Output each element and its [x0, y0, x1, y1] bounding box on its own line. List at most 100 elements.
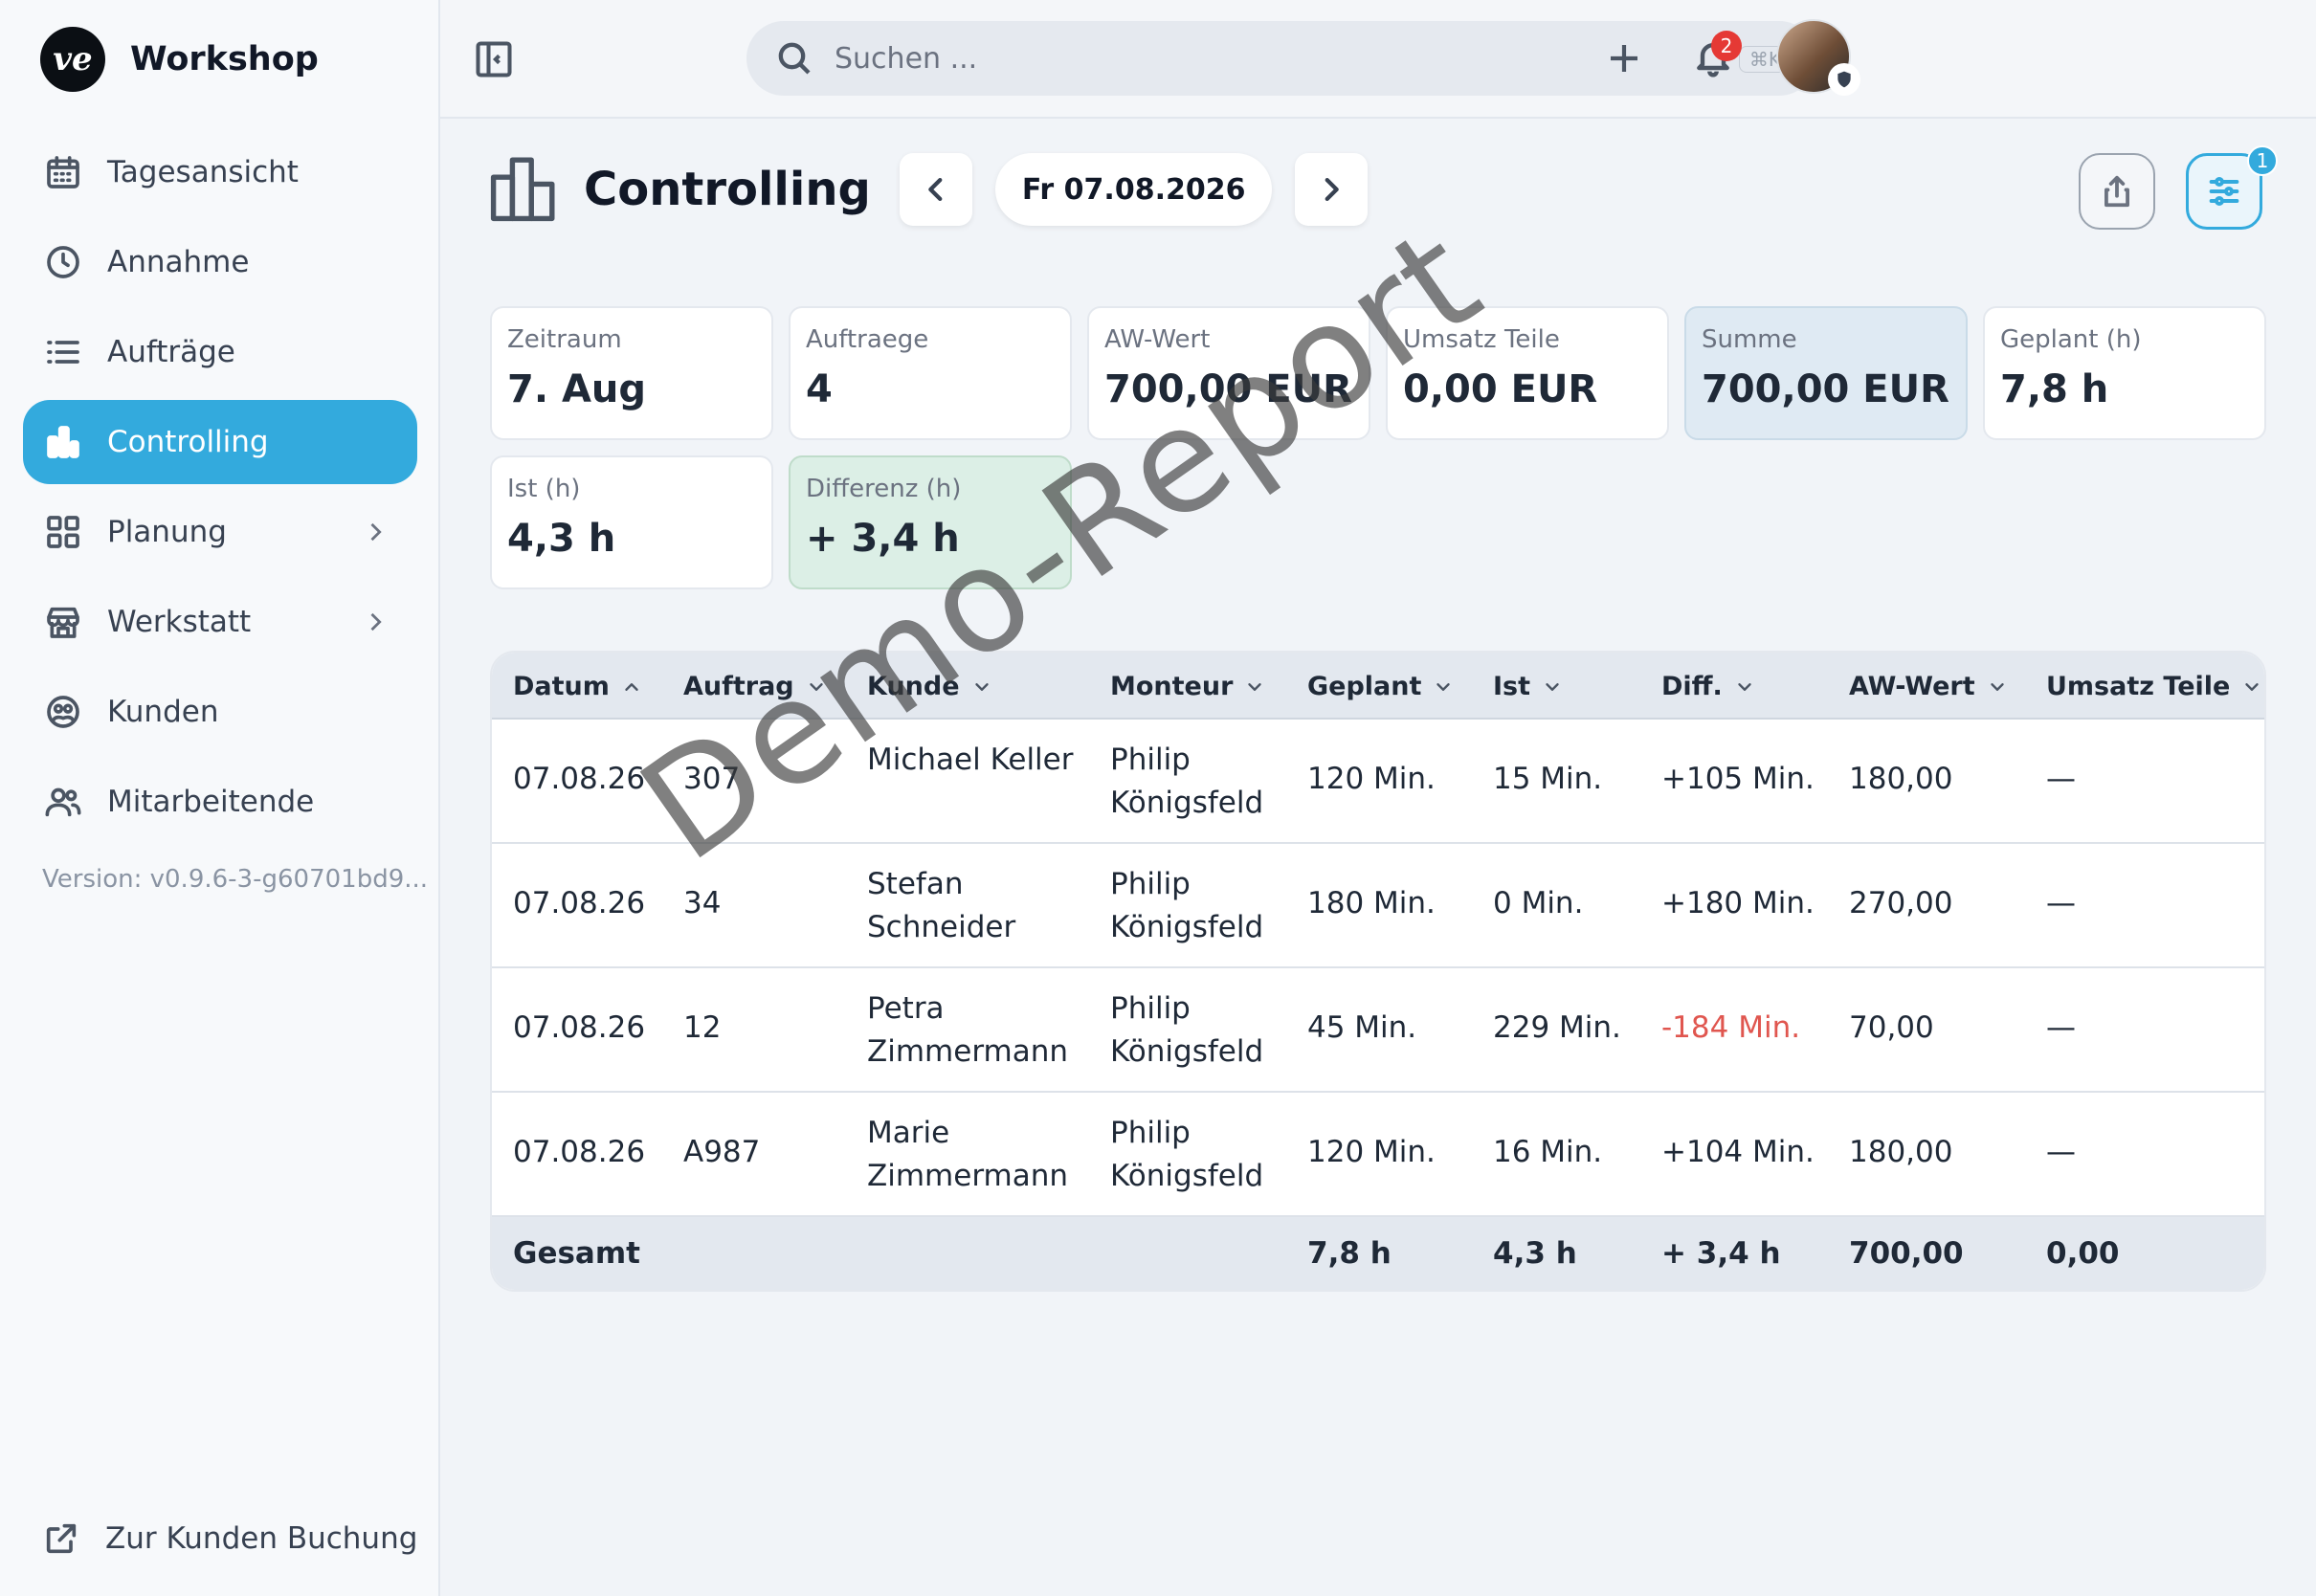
chevron-right-icon [362, 609, 389, 635]
summary-card-zeitraum: Zeitraum 7. Aug [490, 306, 773, 440]
card-value: 7. Aug [507, 367, 647, 411]
customer-booking-link[interactable]: Zur Kunden Buchung [42, 1519, 417, 1558]
brand-logo: ve [40, 27, 105, 92]
list-icon [44, 333, 82, 371]
column-header-kunde[interactable]: Kunde [867, 672, 992, 701]
cell-monteur: Philip Königsfeld [1110, 1116, 1264, 1193]
column-header-ist[interactable]: Ist [1493, 672, 1563, 701]
sidebar-toggle-button[interactable] [473, 38, 515, 80]
footer-diff: + 3,4 h [1661, 1236, 1781, 1271]
brand-name: Workshop [130, 40, 319, 78]
cell-aw-wert: 180,00 [1849, 762, 1953, 796]
column-header-label: Monteur [1110, 672, 1234, 701]
footer-geplant: 7,8 h [1307, 1236, 1392, 1271]
sidebar-item-label: Controlling [107, 425, 269, 459]
controlling-table: Datum Auftrag Kunde Monteur Geplant Ist … [490, 651, 2266, 1292]
footer-label: Gesamt [513, 1236, 640, 1271]
export-button[interactable] [2079, 153, 2155, 230]
sidebar-item-werkstatt[interactable]: Werkstatt [23, 580, 417, 664]
table-row[interactable]: 07.08.26 307 Michael Keller Philip König… [492, 720, 2264, 844]
sidebar-item-tagesansicht[interactable]: Tagesansicht [23, 130, 417, 214]
table-row[interactable]: 07.08.26 12 Petra Zimmermann Philip Köni… [492, 968, 2264, 1093]
chevron-down-icon [2245, 682, 2260, 691]
store-icon [44, 603, 82, 641]
card-label: Ist (h) [507, 475, 581, 503]
date-picker[interactable]: Fr 07.08.2026 [994, 153, 1273, 226]
chevron-down-icon [809, 682, 823, 691]
cell-ist: 16 Min. [1493, 1135, 1603, 1169]
sidebar-item-mitarbeitende[interactable]: Mitarbeitende [23, 760, 417, 844]
cell-datum: 07.08.26 [513, 1135, 646, 1169]
sidebar-collapse-icon [476, 41, 512, 78]
calendar-icon [44, 153, 82, 191]
cell-umsatz-teile: — [2046, 1010, 2076, 1045]
column-header-label: Umsatz Teile [2046, 672, 2231, 701]
sidebar-item-auftraege[interactable]: Aufträge [23, 310, 417, 394]
cell-auftrag: 34 [683, 886, 722, 920]
column-header-label: Geplant [1307, 672, 1422, 701]
card-label: Summe [1702, 325, 1797, 354]
bar-chart-icon [490, 153, 559, 226]
sidebar-item-annahme[interactable]: Annahme [23, 220, 417, 304]
cell-geplant: 45 Min. [1307, 1010, 1417, 1045]
shield-icon [1828, 63, 1860, 96]
column-header-datum[interactable]: Datum [513, 672, 642, 701]
cell-geplant: 120 Min. [1307, 762, 1436, 796]
share-icon [2104, 175, 2129, 208]
column-header-diff[interactable]: Diff. [1661, 672, 1755, 701]
column-header-geplant[interactable]: Geplant [1307, 672, 1454, 701]
cell-diff: +104 Min. [1661, 1135, 1815, 1169]
sidebar-item-planung[interactable]: Planung [23, 490, 417, 574]
page-header: Controlling Fr 07.08.2026 [490, 153, 1369, 226]
table-row[interactable]: 07.08.26 34 Stefan Schneider Philip Köni… [492, 844, 2264, 968]
sidebar-item-label: Aufträge [107, 335, 235, 369]
card-label: Differenz (h) [806, 475, 962, 503]
column-header-auftrag[interactable]: Auftrag [683, 672, 827, 701]
card-value: 4,3 h [507, 517, 616, 561]
add-button[interactable] [1604, 38, 1644, 78]
search-bar[interactable]: ⌘K [746, 21, 1816, 96]
cell-datum: 07.08.26 [513, 762, 646, 796]
users-icon [44, 783, 82, 821]
chevron-down-icon [1990, 682, 2004, 691]
next-date-button[interactable] [1295, 153, 1369, 226]
column-header-label: Datum [513, 672, 610, 701]
chevron-down-icon [1546, 682, 1559, 691]
sidebar-item-label: Werkstatt [107, 605, 252, 639]
grid-icon [44, 513, 82, 551]
cell-kunde: Marie Zimmermann [867, 1116, 1069, 1193]
column-header-aw-wert[interactable]: AW-Wert [1849, 672, 2008, 701]
cell-geplant: 180 Min. [1307, 886, 1436, 920]
column-header-umsatz-teile[interactable]: Umsatz Teile [2046, 672, 2262, 701]
column-header-label: Ist [1493, 672, 1531, 701]
summary-card-differenz: Differenz (h) + 3,4 h [789, 455, 1072, 589]
table-row[interactable]: 07.08.26 A987 Marie Zimmermann Philip Kö… [492, 1093, 2264, 1217]
plus-icon [1611, 45, 1637, 72]
sidebar-item-kunden[interactable]: Kunden [23, 670, 417, 754]
summary-card-aw-wert: AW-Wert 700,00 EUR [1087, 306, 1370, 440]
cell-monteur: Philip Königsfeld [1110, 743, 1264, 820]
cell-kunde: Petra Zimmermann [867, 991, 1069, 1069]
brand[interactable]: ve Workshop [40, 27, 319, 92]
previous-date-button[interactable] [899, 153, 972, 226]
sidebar-item-label: Planung [107, 515, 227, 549]
chevron-up-icon [625, 682, 638, 691]
card-value: 700,00 EUR [1104, 367, 1352, 411]
column-header-label: AW-Wert [1849, 672, 1975, 701]
column-header-monteur[interactable]: Monteur [1110, 672, 1265, 701]
chevron-right-icon [362, 519, 389, 545]
sidebar-item-label: Kunden [107, 695, 219, 729]
card-label: Geplant (h) [2000, 325, 2142, 354]
customers-icon [44, 693, 82, 731]
card-label: Auftraege [806, 325, 929, 354]
chevron-down-icon [1738, 682, 1751, 691]
cell-kunde: Stefan Schneider [867, 867, 1016, 944]
sidebar-item-controlling[interactable]: Controlling [23, 400, 417, 484]
search-input[interactable] [835, 41, 1658, 76]
cell-ist: 229 Min. [1493, 1010, 1621, 1045]
cell-auftrag: A987 [683, 1135, 761, 1169]
chevron-down-icon [1436, 682, 1451, 691]
column-header-label: Kunde [867, 672, 960, 701]
summary-card-umsatz-teile: Umsatz Teile 0,00 EUR [1386, 306, 1669, 440]
sidebar-nav: Tagesansicht Annahme Aufträge Controllin… [23, 130, 417, 850]
